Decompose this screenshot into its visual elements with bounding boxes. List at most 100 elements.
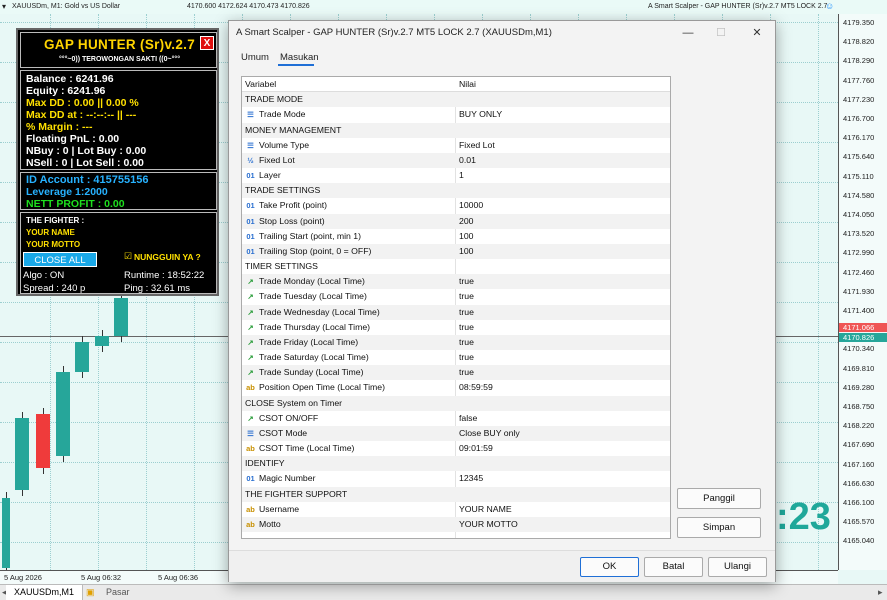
- save-button[interactable]: Simpan: [677, 517, 761, 538]
- int-type-icon: 01: [246, 246, 255, 256]
- table-row[interactable]: ↗ Trade Wednesday (Local Time) true: [242, 304, 670, 320]
- table-row[interactable]: ab Motto YOUR MOTTO: [242, 516, 670, 533]
- row-variable: 01 Trailing Start (point, min 1): [245, 231, 361, 241]
- price-tick: 4168.220: [843, 421, 875, 431]
- row-label: Trade Monday (Local Time): [259, 276, 365, 287]
- checkbox-icon[interactable]: ☑: [124, 251, 132, 262]
- row-value[interactable]: true: [459, 307, 474, 317]
- table-group-row[interactable]: TIMER SETTINGS: [242, 259, 670, 274]
- table-row[interactable]: ↗ Trade Friday (Local Time) true: [242, 334, 670, 351]
- price-tick: 4174.580: [843, 190, 875, 200]
- row-value[interactable]: YOUR MOTTO: [459, 519, 518, 529]
- tab-scroll-right-icon[interactable]: ▸: [876, 585, 885, 600]
- chart-ea-name: A Smart Scalper - GAP HUNTER (Sr)v.2.7 M…: [648, 3, 828, 10]
- table-row[interactable]: 01 Trailing Stop (point, 0 = OFF) 100: [242, 243, 670, 260]
- row-value[interactable]: 12345: [459, 473, 483, 483]
- row-value[interactable]: false: [459, 413, 477, 423]
- reset-button[interactable]: Ulangi: [708, 557, 767, 577]
- table-group-row[interactable]: THE FIGHTER SUPPORT: [242, 486, 670, 502]
- table-row[interactable]: ↗ Trade Tuesday (Local Time) true: [242, 289, 670, 304]
- grid-line-v: [818, 14, 819, 570]
- table-row[interactable]: 01 Trailing Start (point, min 1) 100: [242, 229, 670, 244]
- table-row[interactable]: 01 Magic Number 12345: [242, 471, 670, 486]
- row-value[interactable]: Fixed Lot: [459, 140, 495, 150]
- row-value[interactable]: true: [459, 352, 474, 362]
- row-label: Stop Loss (point): [259, 215, 325, 226]
- tab-umum[interactable]: Umum: [241, 52, 269, 63]
- row-variable: 01 Layer: [245, 170, 280, 180]
- row-value[interactable]: true: [459, 322, 474, 332]
- close-button[interactable]: ✕: [742, 23, 772, 43]
- table-row[interactable]: ab Username YOUR NAME: [242, 502, 670, 517]
- algo-status: Algo : ON: [23, 270, 65, 281]
- row-value[interactable]: 0.01: [459, 155, 476, 165]
- row-value[interactable]: true: [459, 291, 474, 301]
- col-header-value[interactable]: Nilai: [459, 79, 476, 89]
- row-value[interactable]: BUY ONLY: [459, 109, 502, 119]
- table-row[interactable]: ab CSOT Time (Local Time) 09:01:59: [242, 441, 670, 456]
- col-header-variable[interactable]: Variabel: [245, 79, 276, 89]
- row-value[interactable]: 200: [459, 216, 474, 226]
- table-row[interactable]: ↗ CSOT ON/OFF false: [242, 411, 670, 426]
- table-row[interactable]: 01 Take Profit (point) 10000: [242, 198, 670, 213]
- table-group-row[interactable]: CLOSE System on Timer: [242, 395, 670, 411]
- load-button[interactable]: Panggil: [677, 488, 761, 509]
- candle: [75, 342, 89, 372]
- price-tick: 4171.400: [843, 306, 875, 315]
- table-row[interactable]: ☰ Trade Mode BUY ONLY: [242, 107, 670, 122]
- row-variable: THE FIGHTER SUPPORT: [245, 489, 347, 499]
- row-value[interactable]: Close BUY only: [459, 428, 520, 438]
- row-value[interactable]: 10000: [459, 200, 483, 210]
- close-all-button[interactable]: CLOSE ALL: [23, 252, 97, 267]
- table-row[interactable]: ↗ Trade Thursday (Local Time) true: [242, 320, 670, 335]
- table-group-row[interactable]: MONEY MANAGEMENT: [242, 122, 670, 138]
- spread-text: Spread : 240 p: [23, 283, 86, 294]
- row-value[interactable]: true: [459, 367, 474, 377]
- table-row[interactable]: ½ Fixed Lot 0.01: [242, 152, 670, 168]
- table-group-row[interactable]: TRADE MODE: [242, 92, 670, 108]
- fighter-motto: YOUR MOTTO: [26, 240, 81, 249]
- tab-pasar[interactable]: Pasar: [98, 585, 138, 600]
- inputs-table[interactable]: Variabel Nilai TRADE MODE ☰ Trade Mode BUY …: [241, 76, 671, 539]
- ea-close-button[interactable]: X: [200, 36, 214, 50]
- maximize-button[interactable]: ☐: [706, 23, 736, 43]
- account-id-text: ID Account : 415755156: [26, 174, 149, 186]
- row-label: TRADE MODE: [245, 94, 303, 105]
- table-group-row[interactable]: IDENTIFY: [242, 456, 670, 472]
- tab-xauusdm[interactable]: XAUUSDm,M1: [6, 585, 84, 600]
- table-row[interactable]: 01 Stop Loss (point) 200: [242, 213, 670, 229]
- cancel-button[interactable]: Batal: [644, 557, 703, 577]
- table-row[interactable]: ☰ Volume Type Fixed Lot: [242, 138, 670, 153]
- row-value[interactable]: 08:59:59: [459, 382, 493, 392]
- price-axis[interactable]: 4179.350 4178.820 4178.290 4177.760 4177.230…: [838, 14, 887, 570]
- price-tick: 4171.930: [843, 286, 875, 296]
- chart-menu-icon[interactable]: ▾: [2, 2, 6, 11]
- row-value[interactable]: true: [459, 337, 474, 347]
- row-value[interactable]: 1: [459, 170, 464, 180]
- ok-button[interactable]: OK: [580, 557, 639, 577]
- row-variable: ↗ Trade Thursday (Local Time): [245, 322, 370, 332]
- table-row[interactable]: ↗ Trade Saturday (Local Time) true: [242, 350, 670, 365]
- table-row[interactable]: ↗ Trade Sunday (Local Time) true: [242, 365, 670, 381]
- nbuy-text: NBuy : 0 | Lot Buy : 0.00: [26, 145, 147, 157]
- row-value[interactable]: YOUR NAME: [459, 504, 512, 514]
- chart-ohlc: 4170.600 4172.624 4170.473 4170.826: [187, 3, 310, 10]
- bool-type-icon: ↗: [247, 307, 254, 317]
- dialog-footer: OK Batal Ulangi: [229, 550, 775, 582]
- table-row[interactable]: ab Position Open Time (Local Time) 08:59:5…: [242, 380, 670, 395]
- row-value[interactable]: 100: [459, 246, 474, 256]
- price-tick: 4174.050: [843, 210, 875, 219]
- minimize-button[interactable]: —: [673, 23, 703, 43]
- row-value[interactable]: true: [459, 276, 474, 286]
- runtime-text: Runtime : 18:52:22: [124, 270, 205, 281]
- table-group-row[interactable]: TRADE SETTINGS: [242, 183, 670, 199]
- tab-masukan[interactable]: Masukan: [280, 52, 319, 63]
- table-row[interactable]: ☰ CSOT Mode Close BUY only: [242, 425, 670, 442]
- row-value[interactable]: 09:01:59: [459, 443, 493, 453]
- equity-text: Equity : 6241.96: [26, 85, 106, 97]
- price-tick: 4169.810: [843, 363, 875, 373]
- table-row[interactable]: 01 Layer 1: [242, 168, 670, 183]
- row-value[interactable]: 100: [459, 231, 474, 241]
- table-row[interactable]: ↗ Trade Monday (Local Time) true: [242, 274, 670, 290]
- ea-header-box: GAP HUNTER (Sr)v.2.7 °°°~0)) TEROWONGAN …: [20, 32, 217, 68]
